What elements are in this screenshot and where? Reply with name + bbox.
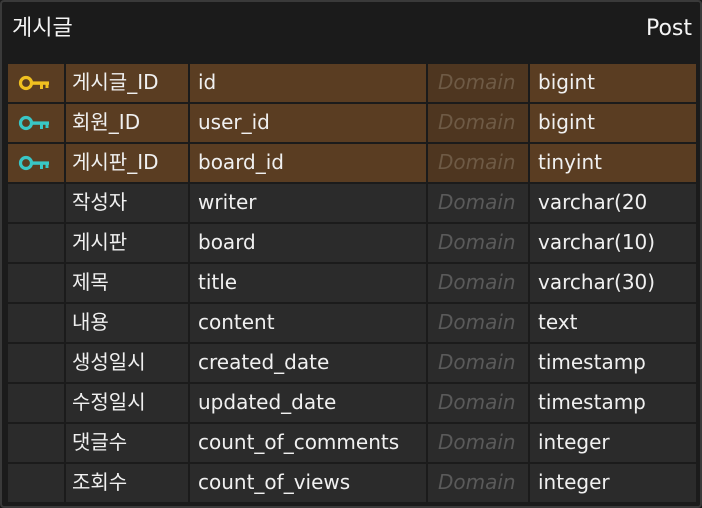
key-cell — [8, 304, 64, 342]
column-data-type[interactable]: tinyint — [530, 144, 696, 182]
column-physical-name[interactable]: writer — [190, 184, 426, 222]
column-row[interactable]: 게시판_ID board_id Domain tinyint — [8, 144, 696, 182]
column-physical-name[interactable]: content — [190, 304, 426, 342]
column-data-type[interactable]: timestamp — [530, 344, 696, 382]
column-physical-name[interactable]: count_of_comments — [190, 424, 426, 462]
column-data-type[interactable]: integer — [530, 464, 696, 502]
column-logical-name[interactable]: 제목 — [66, 264, 188, 302]
column-domain[interactable]: Domain — [428, 264, 528, 302]
column-data-type[interactable]: varchar(10) — [530, 224, 696, 262]
column-logical-name[interactable]: 게시글_ID — [66, 64, 188, 102]
key-cell — [8, 64, 64, 102]
column-domain[interactable]: Domain — [428, 104, 528, 142]
column-physical-name[interactable]: board_id — [190, 144, 426, 182]
key-cell — [8, 424, 64, 462]
entity-table[interactable]: 게시글 Post 게시글_ID id Domain bigint 회원_ID u… — [0, 0, 702, 508]
column-physical-name[interactable]: title — [190, 264, 426, 302]
column-domain[interactable]: Domain — [428, 344, 528, 382]
entity-logical-name: 게시글 — [12, 16, 73, 41]
key-cell — [8, 104, 64, 142]
column-row[interactable]: 회원_ID user_id Domain bigint — [8, 104, 696, 142]
column-data-type[interactable]: integer — [530, 424, 696, 462]
column-row[interactable]: 제목 title Domain varchar(30) — [8, 264, 696, 302]
column-row[interactable]: 수정일시 updated_date Domain timestamp — [8, 384, 696, 422]
column-data-type[interactable]: varchar(30) — [530, 264, 696, 302]
column-row[interactable]: 내용 content Domain text — [8, 304, 696, 342]
column-domain[interactable]: Domain — [428, 304, 528, 342]
column-logical-name[interactable]: 회원_ID — [66, 104, 188, 142]
key-cell — [8, 344, 64, 382]
column-physical-name[interactable]: user_id — [190, 104, 426, 142]
column-data-type[interactable]: timestamp — [530, 384, 696, 422]
column-physical-name[interactable]: updated_date — [190, 384, 426, 422]
column-row[interactable]: 댓글수 count_of_comments Domain integer — [8, 424, 696, 462]
column-physical-name[interactable]: count_of_views — [190, 464, 426, 502]
column-domain[interactable]: Domain — [428, 144, 528, 182]
column-logical-name[interactable]: 내용 — [66, 304, 188, 342]
column-domain[interactable]: Domain — [428, 224, 528, 262]
column-row[interactable]: 조회수 count_of_views Domain integer — [8, 464, 696, 502]
key-cell — [8, 184, 64, 222]
column-row[interactable]: 작성자 writer Domain varchar(20 — [8, 184, 696, 222]
column-physical-name[interactable]: board — [190, 224, 426, 262]
entity-physical-name: Post — [645, 16, 692, 41]
column-data-type[interactable]: bigint — [530, 104, 696, 142]
primary-key-icon — [18, 75, 49, 91]
column-logical-name[interactable]: 생성일시 — [66, 344, 188, 382]
column-data-type[interactable]: bigint — [530, 64, 696, 102]
column-row[interactable]: 게시글_ID id Domain bigint — [8, 64, 696, 102]
column-list: 게시글_ID id Domain bigint 회원_ID user_id Do… — [8, 64, 696, 504]
column-logical-name[interactable]: 수정일시 — [66, 384, 188, 422]
key-cell — [8, 384, 64, 422]
key-cell — [8, 264, 64, 302]
column-domain[interactable]: Domain — [428, 184, 528, 222]
column-physical-name[interactable]: created_date — [190, 344, 426, 382]
foreign-key-icon — [18, 115, 49, 131]
column-logical-name[interactable]: 게시판 — [66, 224, 188, 262]
column-logical-name[interactable]: 댓글수 — [66, 424, 188, 462]
column-logical-name[interactable]: 작성자 — [66, 184, 188, 222]
entity-header[interactable]: 게시글 Post — [2, 2, 700, 62]
key-cell — [8, 144, 64, 182]
column-row[interactable]: 생성일시 created_date Domain timestamp — [8, 344, 696, 382]
column-row[interactable]: 게시판 board Domain varchar(10) — [8, 224, 696, 262]
foreign-key-icon — [18, 155, 49, 171]
key-cell — [8, 224, 64, 262]
column-logical-name[interactable]: 조회수 — [66, 464, 188, 502]
key-cell — [8, 464, 64, 502]
column-data-type[interactable]: text — [530, 304, 696, 342]
column-domain[interactable]: Domain — [428, 64, 528, 102]
column-domain[interactable]: Domain — [428, 384, 528, 422]
column-domain[interactable]: Domain — [428, 464, 528, 502]
column-physical-name[interactable]: id — [190, 64, 426, 102]
column-data-type[interactable]: varchar(20 — [530, 184, 696, 222]
column-logical-name[interactable]: 게시판_ID — [66, 144, 188, 182]
column-domain[interactable]: Domain — [428, 424, 528, 462]
